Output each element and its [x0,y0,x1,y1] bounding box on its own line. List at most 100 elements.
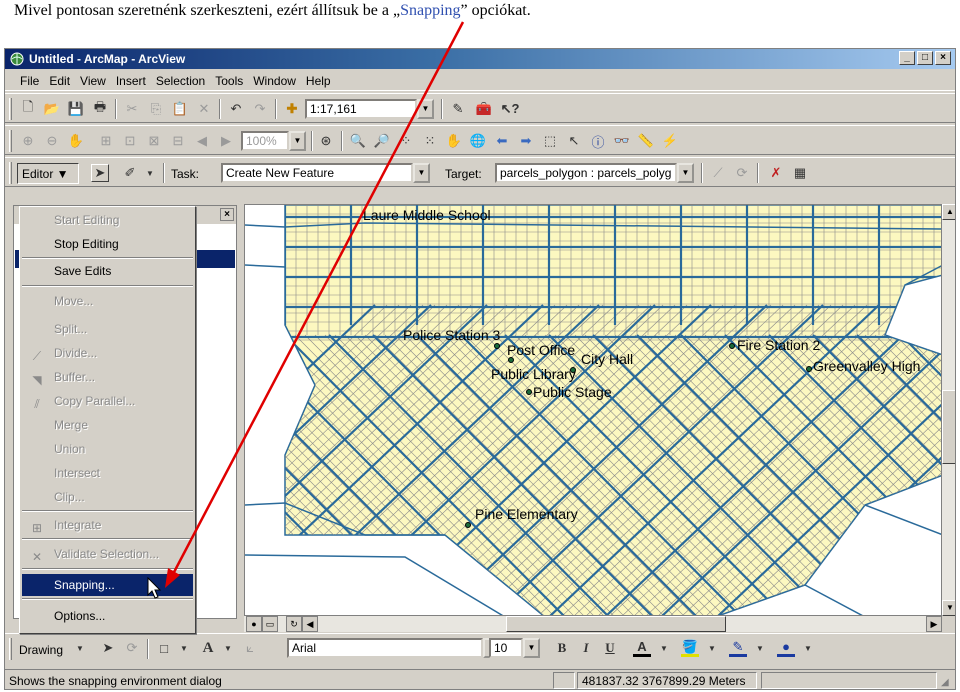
resize-grip-icon[interactable]: ◢ [941,677,953,689]
undo-icon[interactable]: ↶ [227,100,245,118]
menu-item-save-edits[interactable]: Save Edits [22,260,193,282]
new-document-icon[interactable]: 🗋 [19,99,37,118]
pan-icon[interactable]: ✋ [445,132,463,150]
toolbar-grip[interactable] [9,638,12,660]
menu-item-stop-editing[interactable]: Stop Editing [22,233,193,255]
editor-toolbar-icon[interactable]: ✎ [449,100,467,118]
menu-file[interactable]: File [15,71,44,90]
fixed-zoom-out-map-icon[interactable]: ⁙ [421,132,439,150]
edit-vertices-icon[interactable]: ⟀ [241,639,259,657]
go-back-icon[interactable]: ⬅ [493,132,511,150]
edit-tool-icon[interactable]: ➤ [91,164,109,182]
sketch-tool-icon[interactable]: ✐ [121,164,139,182]
forward-extent-icon[interactable]: ▶ [217,132,235,150]
scroll-left-icon[interactable]: ◀ [302,616,318,632]
minimize-button[interactable]: _ [899,51,915,65]
refresh-view-icon[interactable]: ↻ [286,616,302,632]
menu-item-split[interactable]: Split... [22,318,193,340]
chevron-down-icon[interactable]: ▼ [141,164,159,182]
horizontal-scroll-thumb[interactable] [506,616,726,632]
menu-item-integrate[interactable]: ⊞ Integrate [22,514,193,536]
font-size-combo[interactable]: 10 [489,638,523,658]
fill-color-icon[interactable]: 🪣 [681,639,699,657]
task-combo[interactable]: Create New Feature [221,163,413,183]
bold-button[interactable]: B [553,639,571,657]
menu-item-divide[interactable]: ⟋ Divide... [22,342,193,364]
chevron-down-icon[interactable]: ▼ [677,163,694,183]
scroll-up-icon[interactable]: ▲ [942,204,955,220]
menu-item-intersect[interactable]: Intersect [22,462,193,484]
toolbar-grip[interactable] [9,130,12,152]
back-extent-icon[interactable]: ◀ [193,132,211,150]
font-color-icon[interactable]: A [633,639,651,657]
print-icon[interactable]: 🖶 [91,99,109,118]
delete-icon[interactable]: ✕ [195,100,213,118]
menu-insert[interactable]: Insert [111,71,151,90]
editor-menu-button[interactable]: Editor ▼ [17,163,79,184]
select-elements-icon[interactable]: ➤ [99,639,117,657]
layout-pan-icon[interactable]: ✋ [67,132,85,150]
menu-item-move[interactable]: Move... [22,290,193,312]
chevron-down-icon[interactable]: ▼ [523,638,540,658]
menu-item-snapping[interactable]: Snapping... [22,574,193,596]
toggle-draft-mode-icon[interactable]: ⊛ [317,132,335,150]
zoom-percent-combo[interactable]: 100% [241,131,289,151]
underline-button[interactable]: U [601,639,619,657]
horizontal-scrollbar[interactable]: ● ▭ ↻ ◀ ▶ [244,616,942,632]
menu-selection[interactable]: Selection [151,71,210,90]
chevron-down-icon[interactable]: ▼ [413,163,430,183]
layout-zoom-out-icon[interactable]: ⊖ [43,132,61,150]
scroll-down-icon[interactable]: ▼ [942,600,955,616]
sketch-properties-icon[interactable]: ✗ [767,164,785,182]
rectangle-icon[interactable]: □ [155,639,173,657]
chevron-down-icon[interactable]: ▼ [655,639,673,657]
drawing-menu-button[interactable]: Drawing [19,643,63,657]
marker-color-icon[interactable]: ● [777,639,795,657]
menu-tools[interactable]: Tools [210,71,248,90]
identify-icon[interactable]: ⓘ [589,132,607,150]
map-display[interactable]: Laure Middle School Police Station 3 Pos… [244,204,942,616]
menu-window[interactable]: Window [248,71,301,90]
zoom-out-icon[interactable]: 🔎 [373,132,391,150]
attributes-icon[interactable]: ▦ [791,164,809,182]
chevron-down-icon[interactable]: ▼ [71,639,89,657]
chevron-down-icon[interactable]: ▼ [799,639,817,657]
menu-item-union[interactable]: Union [22,438,193,460]
paste-icon[interactable]: 📋 [171,100,189,118]
map-scale-combo[interactable]: 1:17,161 [305,99,417,119]
cut-icon[interactable]: ✂ [123,100,141,118]
select-features-icon[interactable]: ⬚ [541,132,559,150]
layout-zoom-in-icon[interactable]: ⊕ [19,132,37,150]
save-icon[interactable]: 💾 [67,100,85,118]
hyperlink-icon[interactable]: ⚡ [661,132,679,150]
redo-icon[interactable]: ↷ [251,100,269,118]
menu-edit[interactable]: Edit [44,71,75,90]
chevron-down-icon[interactable]: ▼ [219,639,237,657]
menu-item-clip[interactable]: Clip... [22,486,193,508]
fixed-zoom-in-map-icon[interactable]: ⁘ [397,132,415,150]
target-combo[interactable]: parcels_polygon : parcels_polyg [495,163,677,183]
chevron-down-icon[interactable]: ▼ [175,639,193,657]
go-forward-icon[interactable]: ➡ [517,132,535,150]
split-tool-icon[interactable]: ⟋ [709,164,727,182]
close-icon[interactable]: × [220,208,234,221]
select-elements-icon[interactable]: ↖ [565,132,583,150]
scroll-right-icon[interactable]: ▶ [926,616,942,632]
zoom-in-icon[interactable]: 🔍 [349,132,367,150]
toolbar-grip[interactable] [9,98,12,120]
chevron-down-icon[interactable]: ▼ [417,99,434,119]
italic-button[interactable]: I [577,639,595,657]
rotate-icon[interactable]: ⟳ [123,639,141,657]
font-name-combo[interactable]: Arial [287,638,483,658]
menu-item-options[interactable]: Options... [22,605,193,627]
line-color-icon[interactable]: ✎ [729,639,747,657]
data-view-globe-icon[interactable]: ● [246,616,262,632]
menu-item-start-editing[interactable]: Start Editing [22,209,193,231]
vertical-scrollbar[interactable]: ▲ ▼ [942,204,955,616]
chevron-down-icon[interactable]: ▼ [751,639,769,657]
menu-item-validate-selection[interactable]: ✕ Validate Selection... [22,543,193,565]
whats-this-help-icon[interactable]: ↖? [501,100,520,118]
layout-view-icon[interactable]: ▭ [262,616,278,632]
rotate-tool-icon[interactable]: ⟳ [733,164,751,182]
find-binoculars-icon[interactable]: 👓 [613,132,631,150]
